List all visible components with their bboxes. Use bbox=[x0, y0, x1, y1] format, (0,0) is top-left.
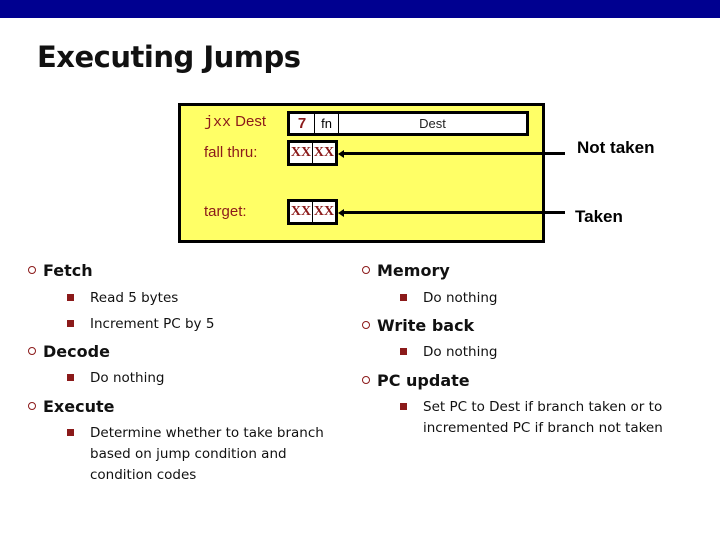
top-banner-bar bbox=[0, 0, 720, 18]
stage-heading-fetch: Fetch bbox=[28, 261, 93, 280]
list-item-text: Increment PC by 5 bbox=[90, 316, 215, 332]
instruction-encoding-box: 7 fn Dest bbox=[287, 111, 529, 136]
arrowhead-left-icon bbox=[338, 208, 344, 217]
instruction-label: jxx Dest bbox=[204, 113, 266, 131]
taken-arrow-line bbox=[343, 211, 565, 214]
target-label: target: bbox=[204, 203, 247, 220]
page-title: Executing Jumps bbox=[37, 40, 301, 74]
stage-heading-decode: Decode bbox=[28, 342, 110, 361]
function-cell: fn bbox=[315, 114, 339, 133]
byte-cell: XX bbox=[290, 145, 312, 160]
not-taken-arrow-line bbox=[343, 152, 565, 155]
stage-heading-execute: Execute bbox=[28, 397, 114, 416]
instruction-operand: Dest bbox=[231, 113, 267, 130]
list-item: Do nothing bbox=[400, 342, 498, 363]
not-taken-label: Not taken bbox=[577, 138, 655, 157]
ring-bullet-icon bbox=[362, 375, 370, 384]
stage-heading-text: Execute bbox=[43, 397, 115, 416]
byte-cell: XX bbox=[290, 204, 312, 219]
list-item: Do nothing bbox=[400, 288, 498, 309]
list-item: Do nothing bbox=[67, 368, 165, 389]
stage-heading-text: Write back bbox=[377, 316, 475, 335]
list-item-text: Do nothing bbox=[90, 370, 165, 386]
square-bullet-icon bbox=[400, 348, 407, 355]
opcode-cell: 7 bbox=[290, 114, 315, 133]
ring-bullet-icon bbox=[362, 320, 370, 329]
list-item-text: Set PC to Dest if branch taken or to inc… bbox=[423, 399, 663, 436]
stage-heading-text: PC update bbox=[377, 371, 470, 390]
list-item: Determine whether to take branch based o… bbox=[67, 423, 340, 486]
arrowhead-left-icon bbox=[338, 149, 344, 158]
list-item-text: Read 5 bytes bbox=[90, 290, 179, 306]
square-bullet-icon bbox=[67, 374, 74, 381]
stage-heading-text: Decode bbox=[43, 342, 110, 361]
list-item-text: Do nothing bbox=[423, 344, 498, 360]
square-bullet-icon bbox=[67, 429, 74, 436]
stage-heading-memory: Memory bbox=[362, 261, 450, 280]
dest-cell: Dest bbox=[419, 116, 446, 131]
list-item: Set PC to Dest if branch taken or to inc… bbox=[400, 397, 693, 439]
list-item: Read 5 bytes bbox=[67, 288, 179, 309]
ring-bullet-icon bbox=[28, 346, 36, 355]
square-bullet-icon bbox=[67, 294, 74, 301]
square-bullet-icon bbox=[67, 320, 74, 327]
list-item-text: Determine whether to take branch based o… bbox=[90, 425, 324, 483]
instruction-mnemonic: jxx bbox=[204, 114, 232, 131]
square-bullet-icon bbox=[400, 294, 407, 301]
stage-heading-text: Fetch bbox=[43, 261, 93, 280]
ring-bullet-icon bbox=[362, 265, 370, 274]
byte-cell: XX bbox=[312, 143, 335, 163]
ring-bullet-icon bbox=[28, 265, 36, 274]
fall-thru-bytes-box: XX XX bbox=[287, 140, 338, 166]
stage-heading-text: Memory bbox=[377, 261, 450, 280]
target-bytes-box: XX XX bbox=[287, 199, 338, 225]
square-bullet-icon bbox=[400, 403, 407, 410]
list-item-text: Do nothing bbox=[423, 290, 498, 306]
fall-thru-label: fall thru: bbox=[204, 144, 258, 161]
list-item: Increment PC by 5 bbox=[67, 314, 215, 335]
taken-label: Taken bbox=[575, 207, 623, 226]
stage-heading-pc-update: PC update bbox=[362, 371, 470, 390]
stage-heading-write-back: Write back bbox=[362, 316, 474, 335]
byte-cell: XX bbox=[312, 202, 335, 222]
ring-bullet-icon bbox=[28, 401, 36, 410]
